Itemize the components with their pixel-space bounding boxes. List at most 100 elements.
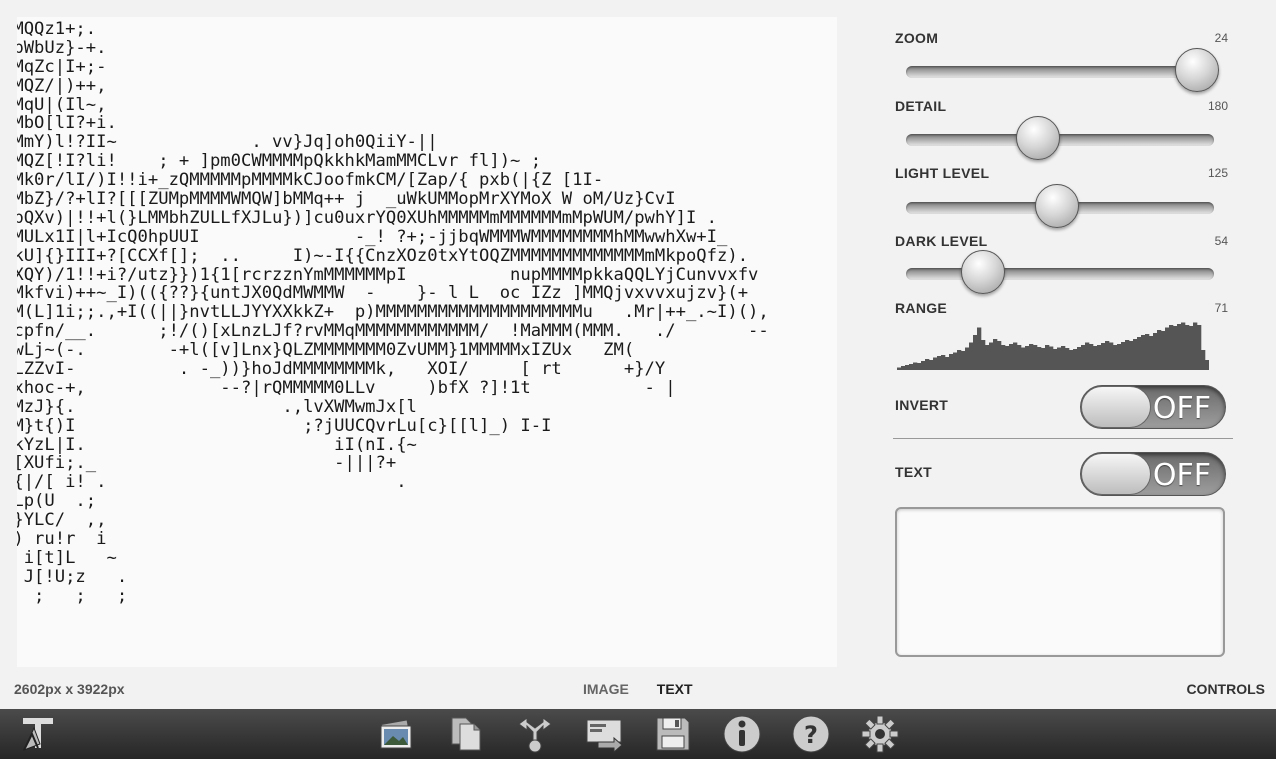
- histogram-bar: [1141, 335, 1146, 370]
- ascii-line: Mcpfn/__. ;!/()[xLnzLJf?rvMMqMMMMMMMMMMM…: [17, 321, 769, 342]
- ascii-line: MMqZc|I+;-: [17, 56, 107, 77]
- histogram-bar: [1029, 344, 1034, 370]
- ascii-line: -M}t{)I ;?jUUCQvrLu[c}[[l]_) I-I: [17, 415, 552, 436]
- histogram-bar: [1045, 345, 1050, 370]
- histogram-bar: [933, 357, 938, 370]
- histogram-bar: [1125, 340, 1130, 370]
- zoom-slider[interactable]: [906, 48, 1219, 92]
- settings-icon[interactable]: [860, 714, 900, 754]
- custom-text-input[interactable]: [895, 507, 1225, 657]
- invert-label: INVERT: [895, 397, 949, 413]
- histogram-bar: [1033, 345, 1038, 370]
- dark-level-slider-track[interactable]: [906, 268, 1214, 280]
- histogram-bar: [929, 360, 934, 370]
- photos-icon[interactable]: [377, 714, 417, 754]
- controls-toggle-button[interactable]: CONTROLS: [1186, 681, 1265, 697]
- histogram-bar: [1017, 345, 1022, 370]
- ascii-line: owLj~(-. -+l([v]Lnx}QLZMMMMMMM0ZvUMM}1MM…: [17, 340, 635, 361]
- detail-value: 180: [1207, 99, 1228, 113]
- histogram-bar: [1121, 342, 1126, 370]
- histogram-bar: [1085, 342, 1090, 370]
- help-icon[interactable]: ?: [791, 714, 831, 754]
- invert-toggle[interactable]: OFF: [1080, 385, 1226, 429]
- app-logo-icon[interactable]: [20, 714, 60, 754]
- histogram-bar: [989, 342, 994, 370]
- histogram-bar: [1129, 341, 1134, 370]
- histogram-bar: [1145, 334, 1150, 370]
- ascii-line: kpQXv)|!!+l(}LMMbhZULLfXJLu})]cu0uxrYQ0X…: [17, 207, 717, 228]
- histogram-bar: [897, 367, 902, 370]
- histogram-bar: [925, 359, 930, 370]
- ascii-line: MMk0r/lI/)I!!i+_zQMMMMMpMMMMkCJoofmkCM/[…: [17, 170, 604, 191]
- ascii-line: J[!U;z .: [23, 566, 128, 587]
- dark-level-slider[interactable]: [906, 250, 1214, 294]
- detail-slider-track[interactable]: [906, 134, 1214, 146]
- histogram-bar: [1133, 339, 1138, 370]
- text-toggle-state: OFF: [1152, 458, 1211, 493]
- dark-level-value: 54: [1214, 234, 1228, 248]
- ascii-line: MMQZ[!I?li! ; + ]pm0CWMMMMpQkkhkMamMMCLv…: [17, 151, 542, 172]
- zoom-value: 24: [1214, 31, 1228, 45]
- histogram-bar: [973, 335, 978, 370]
- documents-icon[interactable]: [446, 714, 486, 754]
- histogram-bar: [1169, 325, 1174, 370]
- ascii-line: ; ; ;: [34, 585, 128, 606]
- share-icon[interactable]: [515, 714, 555, 754]
- detail-slider[interactable]: [906, 116, 1214, 160]
- histogram-bar: [1089, 344, 1094, 370]
- tab-image[interactable]: IMAGE: [583, 681, 629, 697]
- histogram-bar: [1201, 350, 1206, 370]
- ascii-line: {|/[ i! . .: [17, 472, 407, 493]
- zoom-slider-track[interactable]: [906, 66, 1214, 78]
- controls-panel: ZOOM 24 DETAIL 180 LIGHT LEVEL 125 DARK …: [893, 0, 1233, 670]
- tab-text[interactable]: TEXT: [657, 681, 693, 697]
- ascii-line: i[t]L ~: [23, 547, 117, 568]
- histogram-bar: [1057, 347, 1062, 370]
- histogram-bar: [993, 339, 998, 370]
- export-icon[interactable]: [584, 714, 624, 754]
- histogram-bar: [917, 363, 922, 370]
- ascii-line: MLZZvI- . -_))}hoJdMMMMMMMMk, XOI/ [ rt …: [17, 359, 666, 380]
- text-toggle[interactable]: OFF: [1080, 452, 1226, 496]
- histogram-bar: [1005, 346, 1010, 370]
- histogram-bar: [1065, 348, 1070, 370]
- histogram-bar: [1053, 349, 1058, 370]
- ascii-canvas[interactable]: MMQQz1+;.MbWbUz}-+.MMqZc|I+;-MMQZ/|)++,M…: [17, 17, 837, 667]
- text-toggle-thumb[interactable]: [1081, 453, 1151, 495]
- histogram-bar: [945, 357, 950, 370]
- histogram-bar: [1069, 350, 1074, 370]
- range-histogram[interactable]: [897, 318, 1209, 370]
- histogram-bar: [949, 354, 954, 370]
- histogram-bar: [981, 340, 986, 370]
- zoom-label: ZOOM: [895, 30, 939, 46]
- histogram-bar: [1137, 337, 1142, 370]
- histogram-bar: [1101, 343, 1106, 370]
- zoom-slider-knob[interactable]: [1175, 48, 1219, 92]
- histogram-bar: [1041, 348, 1046, 370]
- ascii-line: MMkfvi)++~_I)(({??}{untJX0QdMWMMW - }- l…: [17, 283, 749, 304]
- histogram-bar: [1001, 345, 1006, 370]
- ascii-line: kYzL|I. iI(nI.{~: [17, 434, 417, 455]
- detail-slider-knob[interactable]: [1016, 116, 1061, 160]
- histogram-bar: [1037, 347, 1042, 370]
- ascii-line: MMQZ/|)++,: [17, 75, 107, 96]
- ascii-line: MMqU|(Il~,: [17, 94, 107, 115]
- histogram-bar: [937, 356, 942, 370]
- histogram-bar: [961, 351, 966, 370]
- histogram-bar: [1193, 322, 1198, 370]
- dark-level-slider-knob[interactable]: [961, 250, 1006, 294]
- ascii-line: MMmY)l!?II~ . vv}Jq]oh0QiiY-||: [17, 132, 438, 153]
- histogram-bar: [1009, 344, 1014, 370]
- ascii-line: MbWbUz}-+.: [17, 37, 107, 58]
- histogram-bar: [1161, 331, 1166, 370]
- ascii-line: Lp(U .;: [17, 491, 97, 512]
- light-level-slider[interactable]: [906, 184, 1214, 228]
- info-icon[interactable]: [722, 714, 762, 754]
- light-level-value: 125: [1207, 166, 1228, 180]
- histogram-bar: [1021, 347, 1026, 370]
- save-icon[interactable]: [653, 714, 693, 754]
- histogram-bar: [1197, 325, 1202, 370]
- invert-toggle-thumb[interactable]: [1081, 386, 1151, 428]
- histogram-bar: [1093, 346, 1098, 370]
- light-level-slider-knob[interactable]: [1035, 184, 1080, 228]
